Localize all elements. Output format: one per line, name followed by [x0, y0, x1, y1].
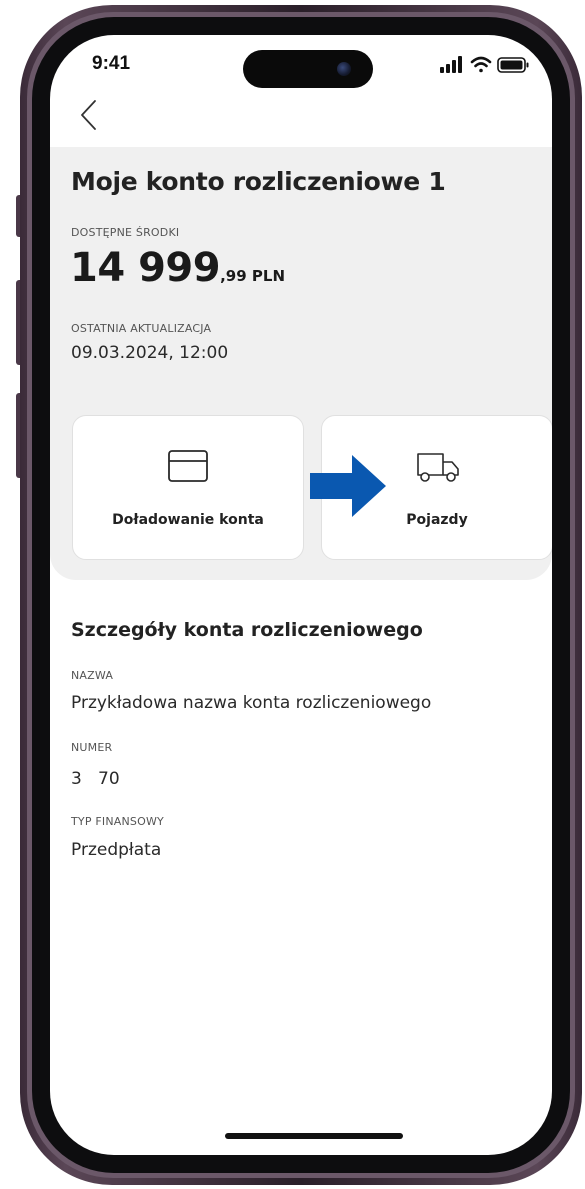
- camera-icon: [337, 62, 351, 76]
- financial-type-value: Przedpłata: [71, 840, 162, 860]
- signal-icon: [440, 56, 462, 73]
- credit-card-icon: [168, 450, 208, 482]
- financial-type-label: TYP FINANSOWY: [71, 815, 164, 828]
- name-label: NAZWA: [71, 669, 114, 682]
- battery-icon: [497, 57, 529, 73]
- balance-decimal: ,99 PLN: [220, 267, 285, 285]
- device-mockup: 9:41 Moje konto rozliczeniowe 1 DOSTĘPNE…: [0, 0, 585, 1189]
- status-time: 9:41: [92, 53, 131, 74]
- details-section-title: Szczegóły konta rozliczeniowego: [71, 619, 423, 641]
- topup-label: Doładowanie konta: [112, 512, 264, 528]
- number-label: NUMER: [71, 741, 113, 754]
- balance-amount: 14 999,99 PLN: [70, 245, 285, 291]
- truck-icon: [417, 453, 459, 482]
- last-update-value: 09.03.2024, 12:00: [71, 343, 229, 363]
- account-title: Moje konto rozliczeniowe 1: [71, 167, 446, 196]
- balance-main: 14 999: [70, 245, 221, 291]
- number-value: 3 70: [71, 769, 120, 789]
- app-screen: 9:41 Moje konto rozliczeniowe 1 DOSTĘPNE…: [50, 35, 552, 1155]
- topup-account-button[interactable]: Doładowanie konta: [72, 415, 304, 560]
- last-update-label: OSTATNIA AKTUALIZACJA: [71, 322, 212, 335]
- back-button[interactable]: [75, 97, 105, 133]
- name-value: Przykładowa nazwa konta rozliczeniowego: [71, 693, 432, 713]
- available-funds-label: DOSTĘPNE ŚRODKI: [71, 226, 180, 239]
- chevron-left-icon: [81, 100, 96, 130]
- dynamic-island: [243, 50, 373, 88]
- home-indicator[interactable]: [225, 1133, 403, 1139]
- wifi-icon: [470, 56, 492, 73]
- status-icons: [440, 56, 529, 73]
- arrow-right-icon: [310, 455, 386, 517]
